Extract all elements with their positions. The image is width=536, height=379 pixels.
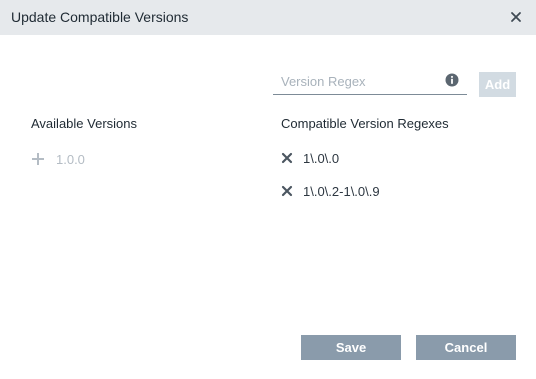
add-button[interactable]: Add [479, 72, 516, 97]
dialog-title: Update Compatible Versions [11, 9, 189, 25]
available-version-label: 1.0.0 [56, 151, 85, 167]
save-button[interactable]: Save [301, 335, 401, 360]
remove-icon[interactable] [281, 152, 293, 164]
available-versions-heading: Available Versions [31, 116, 137, 131]
plus-icon[interactable] [31, 152, 45, 166]
compatible-regex-label: 1\.0\.0 [303, 150, 340, 166]
compatible-regex-item: 1\.0\.2-1\.0\.9 [281, 182, 380, 200]
remove-icon[interactable] [281, 185, 293, 197]
version-regex-input[interactable] [281, 72, 441, 90]
available-version-item[interactable]: 1.0.0 [31, 150, 85, 168]
cancel-button[interactable]: Cancel [416, 335, 516, 360]
compatible-regex-label: 1\.0\.2-1\.0\.9 [303, 183, 380, 199]
dialog-header: Update Compatible Versions [0, 0, 536, 35]
info-icon[interactable] [445, 73, 459, 87]
update-compatible-versions-dialog: Update Compatible Versions Add Available… [0, 0, 536, 379]
compatible-regex-item: 1\.0\.0 [281, 149, 339, 167]
close-icon[interactable] [510, 11, 522, 23]
compatible-regexes-heading: Compatible Version Regexes [281, 116, 449, 131]
version-regex-field [273, 68, 467, 95]
